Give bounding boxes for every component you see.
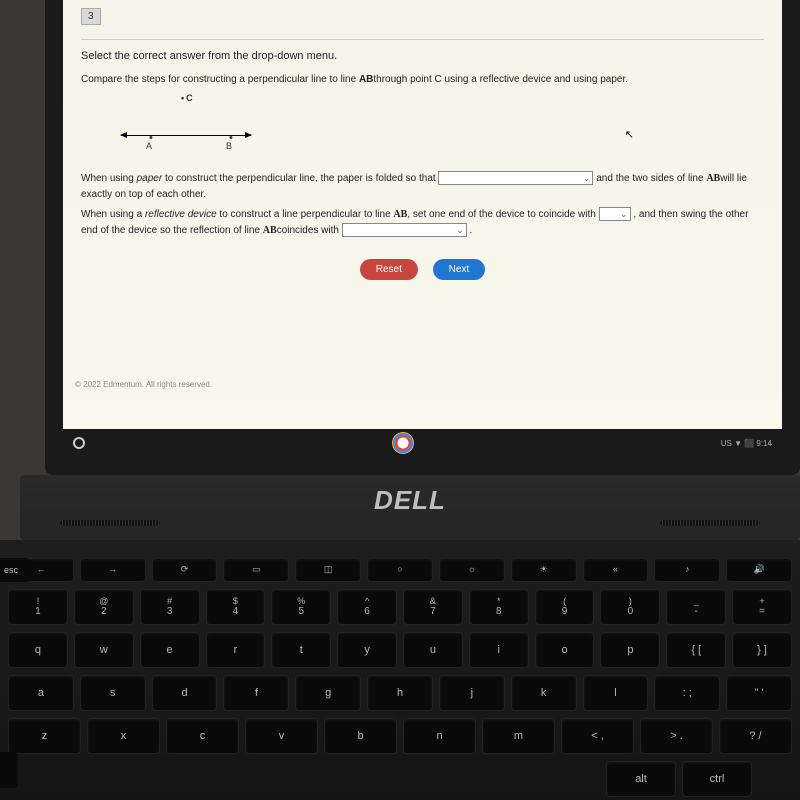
divider (81, 39, 764, 40)
copyright-text: © 2022 Edmentum. All rights reserved. (75, 380, 212, 389)
fn-key-5[interactable]: ○ (367, 558, 433, 582)
mouse-cursor-icon: ↖ (625, 128, 634, 141)
modifier-row: altctrl (8, 761, 792, 797)
key->[interactable]: > . (640, 718, 713, 754)
fn-key-2[interactable]: ⟳ (152, 558, 218, 582)
key-{[interactable]: { [ (666, 632, 726, 668)
prompt-post: through point C using a reflective devic… (373, 74, 628, 85)
quiz-content: 3 Select the correct answer from the dro… (63, 0, 782, 427)
key-o[interactable]: o (535, 632, 595, 668)
prompt-ab: AB (359, 74, 373, 85)
num-key-4[interactable]: $4 (206, 589, 266, 625)
speaker-right (660, 520, 760, 526)
fn-key-7[interactable]: ☀ (511, 558, 577, 582)
fn-key-10[interactable]: 🔊 (726, 558, 792, 582)
button-row: Reset Next (81, 259, 764, 280)
dropdown-3[interactable] (342, 223, 467, 237)
key-s[interactable]: s (80, 675, 146, 711)
reset-button[interactable]: Reset (360, 259, 418, 280)
key-h[interactable]: h (367, 675, 433, 711)
speaker-left (60, 520, 160, 526)
key-m[interactable]: m (482, 718, 555, 754)
key-alt[interactable]: alt (606, 761, 676, 797)
key-i[interactable]: i (469, 632, 529, 668)
key-z[interactable]: z (8, 718, 81, 754)
key-d[interactable]: d (152, 675, 218, 711)
key-e[interactable]: e (140, 632, 200, 668)
point-b-label: B (226, 141, 232, 151)
geometry-diagram: C • • A B ↖ (121, 93, 764, 153)
key-<[interactable]: < , (561, 718, 634, 754)
key-c[interactable]: c (166, 718, 239, 754)
key-r[interactable]: r (206, 632, 266, 668)
key-k[interactable]: k (511, 675, 577, 711)
key-u[interactable]: u (403, 632, 463, 668)
key-j[interactable]: j (439, 675, 505, 711)
question-prompt: Compare the steps for constructing a per… (81, 74, 764, 85)
num-key-=[interactable]: += (732, 589, 792, 625)
fn-key-3[interactable]: ▭ (223, 558, 289, 582)
point-a-label: A (146, 141, 152, 151)
num-key--[interactable]: _- (666, 589, 726, 625)
key-}[interactable]: } ] (732, 632, 792, 668)
point-c-label: C (181, 93, 193, 103)
paragraph-1: When using paper to construct the perpen… (81, 171, 764, 203)
prompt-pre: Compare the steps for constructing a per… (81, 74, 359, 85)
chrome-icon[interactable] (392, 432, 414, 454)
key-q[interactable]: q (8, 632, 68, 668)
keyboard: esc ←→⟳▭◫○☼☀«♪🔊 !1@2#3$4%5^6&7*8(9)0_-+=… (0, 540, 800, 800)
key-ctrl[interactable]: ctrl (682, 761, 752, 797)
key-l[interactable]: l (583, 675, 649, 711)
num-key-8[interactable]: *8 (469, 589, 529, 625)
esc-key[interactable]: esc (0, 558, 30, 582)
key-"[interactable]: " ' (726, 675, 792, 711)
key-a[interactable]: a (8, 675, 74, 711)
key-g[interactable]: g (295, 675, 361, 711)
key-p[interactable]: p (600, 632, 660, 668)
question-number-badge: 3 (81, 8, 101, 25)
paragraph-2: When using a reflective device to constr… (81, 207, 764, 239)
fn-key-1[interactable]: → (80, 558, 146, 582)
dropdown-2[interactable] (599, 207, 631, 221)
key-t[interactable]: t (271, 632, 331, 668)
function-row: ←→⟳▭◫○☼☀«♪🔊 (8, 558, 792, 582)
key-?[interactable]: ? / (719, 718, 792, 754)
key-b[interactable]: b (324, 718, 397, 754)
key-w[interactable]: w (74, 632, 134, 668)
number-row: !1@2#3$4%5^6&7*8(9)0_-+= (8, 589, 792, 625)
fn-key-6[interactable]: ☼ (439, 558, 505, 582)
zxcv-row: zxcvbnm< ,> .? / (8, 718, 792, 754)
num-key-1[interactable]: !1 (8, 589, 68, 625)
key-v[interactable]: v (245, 718, 318, 754)
key-:[interactable]: : ; (654, 675, 720, 711)
launcher-icon[interactable] (73, 437, 85, 449)
num-key-0[interactable]: )0 (600, 589, 660, 625)
fn-key-9[interactable]: ♪ (654, 558, 720, 582)
num-key-2[interactable]: @2 (74, 589, 134, 625)
fn-key-4[interactable]: ◫ (295, 558, 361, 582)
chromeos-taskbar[interactable]: US ▼ ⬛ 9:14 (63, 429, 782, 457)
partial-key-left (0, 752, 18, 788)
asdf-row: asdfghjkl: ;" ' (8, 675, 792, 711)
num-key-5[interactable]: %5 (271, 589, 331, 625)
key-y[interactable]: y (337, 632, 397, 668)
num-key-3[interactable]: #3 (140, 589, 200, 625)
laptop-screen: 3 Select the correct answer from the dro… (45, 0, 800, 475)
key-x[interactable]: x (87, 718, 160, 754)
dell-logo: DELL (20, 485, 800, 516)
key-f[interactable]: f (223, 675, 289, 711)
dropdown-1[interactable] (438, 171, 593, 185)
instruction-text: Select the correct answer from the drop-… (81, 50, 764, 62)
num-key-6[interactable]: ^6 (337, 589, 397, 625)
fn-key-8[interactable]: « (583, 558, 649, 582)
qwerty-row: qwertyuiop{ [} ] (8, 632, 792, 668)
laptop-bezel: DELL (20, 475, 800, 540)
key-n[interactable]: n (403, 718, 476, 754)
num-key-9[interactable]: (9 (535, 589, 595, 625)
next-button[interactable]: Next (433, 259, 486, 280)
num-key-7[interactable]: &7 (403, 589, 463, 625)
system-tray[interactable]: US ▼ ⬛ 9:14 (721, 439, 772, 448)
